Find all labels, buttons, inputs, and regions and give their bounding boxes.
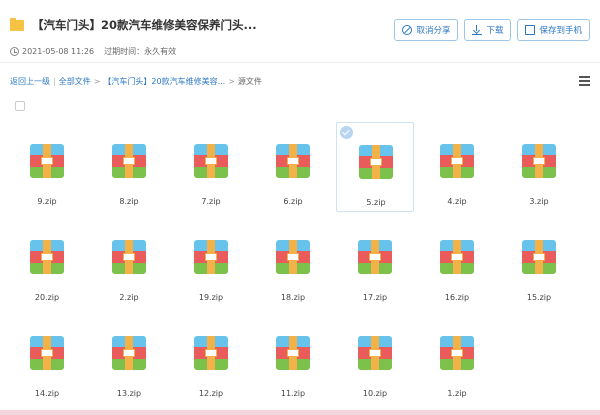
file-name: 14.zip [34,389,60,398]
file-tile[interactable]: 16.zip [418,218,496,308]
file-name: 3.zip [529,197,549,206]
file-tile[interactable]: 11.zip [254,314,332,404]
download-button[interactable]: 下载 [464,19,512,41]
file-tile[interactable]: 19.zip [172,218,250,308]
check-icon[interactable] [340,126,353,139]
zip-archive-icon [30,336,64,370]
zip-archive-icon [440,336,474,370]
zip-archive-icon [276,336,310,370]
zip-archive-icon [194,240,228,274]
file-tile[interactable]: 2.zip [90,218,168,308]
menu-icon[interactable] [579,76,590,86]
file-name: 13.zip [116,389,142,398]
meta-row: 2021-05-08 11:26 过期时间：永久有效 [10,46,176,57]
cancel-share-button[interactable]: 取消分享 [394,19,459,41]
zip-archive-icon [440,240,474,274]
zip-archive-icon [112,240,146,274]
save-to-phone-label: 保存到手机 [539,26,582,36]
zip-archive-icon [112,336,146,370]
file-tile[interactable]: 1.zip [418,314,496,404]
breadcrumb-current: 源文件 [237,77,262,86]
zip-archive-icon [440,144,474,178]
file-name: 6.zip [283,197,303,206]
zip-archive-icon [194,144,228,178]
file-name: 10.zip [362,389,388,398]
file-name: 16.zip [444,293,470,302]
breadcrumb-back[interactable]: 返回上一级 [10,76,50,87]
expiry-text: 过期时间：永久有效 [104,47,177,56]
cancel-share-label: 取消分享 [416,26,451,36]
file-name: 19.zip [198,293,224,302]
bottom-strip [0,410,600,415]
file-tile[interactable]: 6.zip [254,122,332,212]
file-name: 7.zip [201,197,221,206]
file-tile[interactable]: 12.zip [172,314,250,404]
file-name: 18.zip [280,293,306,302]
folder-icon [10,17,24,31]
zip-archive-icon [522,144,556,178]
zip-archive-icon [194,336,228,370]
select-all-checkbox[interactable] [15,101,25,111]
file-tile[interactable]: 17.zip [336,218,414,308]
zip-archive-icon [30,240,64,274]
zip-archive-icon [358,336,392,370]
file-tile[interactable]: 10.zip [336,314,414,404]
zip-archive-icon [358,240,392,274]
action-buttons: 取消分享 下载 保存到手机 [394,19,590,41]
file-tile[interactable]: 4.zip [418,122,496,212]
breadcrumb-all-files[interactable]: 全部文件 [59,76,91,87]
zip-archive-icon [522,240,556,274]
breadcrumb: 返回上一级 | 全部文件 > 【汽车门头】20款汽车维修美容... > 源文件 [10,76,262,87]
phone-icon [525,25,536,35]
file-name: 8.zip [119,197,139,206]
save-to-phone-button[interactable]: 保存到手机 [517,19,590,41]
file-tile[interactable]: 8.zip [90,122,168,212]
zip-archive-icon [359,145,393,179]
zip-archive-icon [30,144,64,178]
file-name: 9.zip [37,197,57,206]
file-tile[interactable]: 20.zip [8,218,86,308]
cancel-icon [402,25,413,35]
file-name: 5.zip [366,198,386,207]
download-icon [472,25,483,35]
share-header: 【汽车门头】20款汽车维修美容保养门头... 2021-05-08 11:26 … [0,0,600,62]
file-tile[interactable]: 9.zip [8,122,86,212]
clock-icon [10,47,19,56]
file-tile[interactable]: 7.zip [172,122,250,212]
file-name: 2.zip [119,293,139,302]
file-name: 11.zip [280,389,306,398]
file-name: 4.zip [447,197,467,206]
share-title: 【汽车门头】20款汽车维修美容保养门头... [32,18,257,32]
file-name: 17.zip [362,293,388,302]
zip-archive-icon [276,144,310,178]
file-tile[interactable]: 13.zip [90,314,168,404]
file-tile[interactable]: 15.zip [500,218,578,308]
file-tile[interactable]: 5.zip [336,122,414,212]
share-date: 2021-05-08 11:26 [22,47,95,56]
title-row: 【汽车门头】20款汽车维修美容保养门头... [10,17,257,33]
file-name: 12.zip [198,389,224,398]
file-name: 20.zip [34,293,60,302]
breadcrumb-folder[interactable]: 【汽车门头】20款汽车维修美容... [103,76,225,87]
file-tile[interactable]: 18.zip [254,218,332,308]
file-tile[interactable]: 3.zip [500,122,578,212]
header-divider [0,62,600,63]
zip-archive-icon [112,144,146,178]
zip-archive-icon [276,240,310,274]
download-label: 下载 [486,26,504,36]
file-name: 1.zip [447,389,467,398]
file-name: 15.zip [526,293,552,302]
file-tile[interactable]: 14.zip [8,314,86,404]
